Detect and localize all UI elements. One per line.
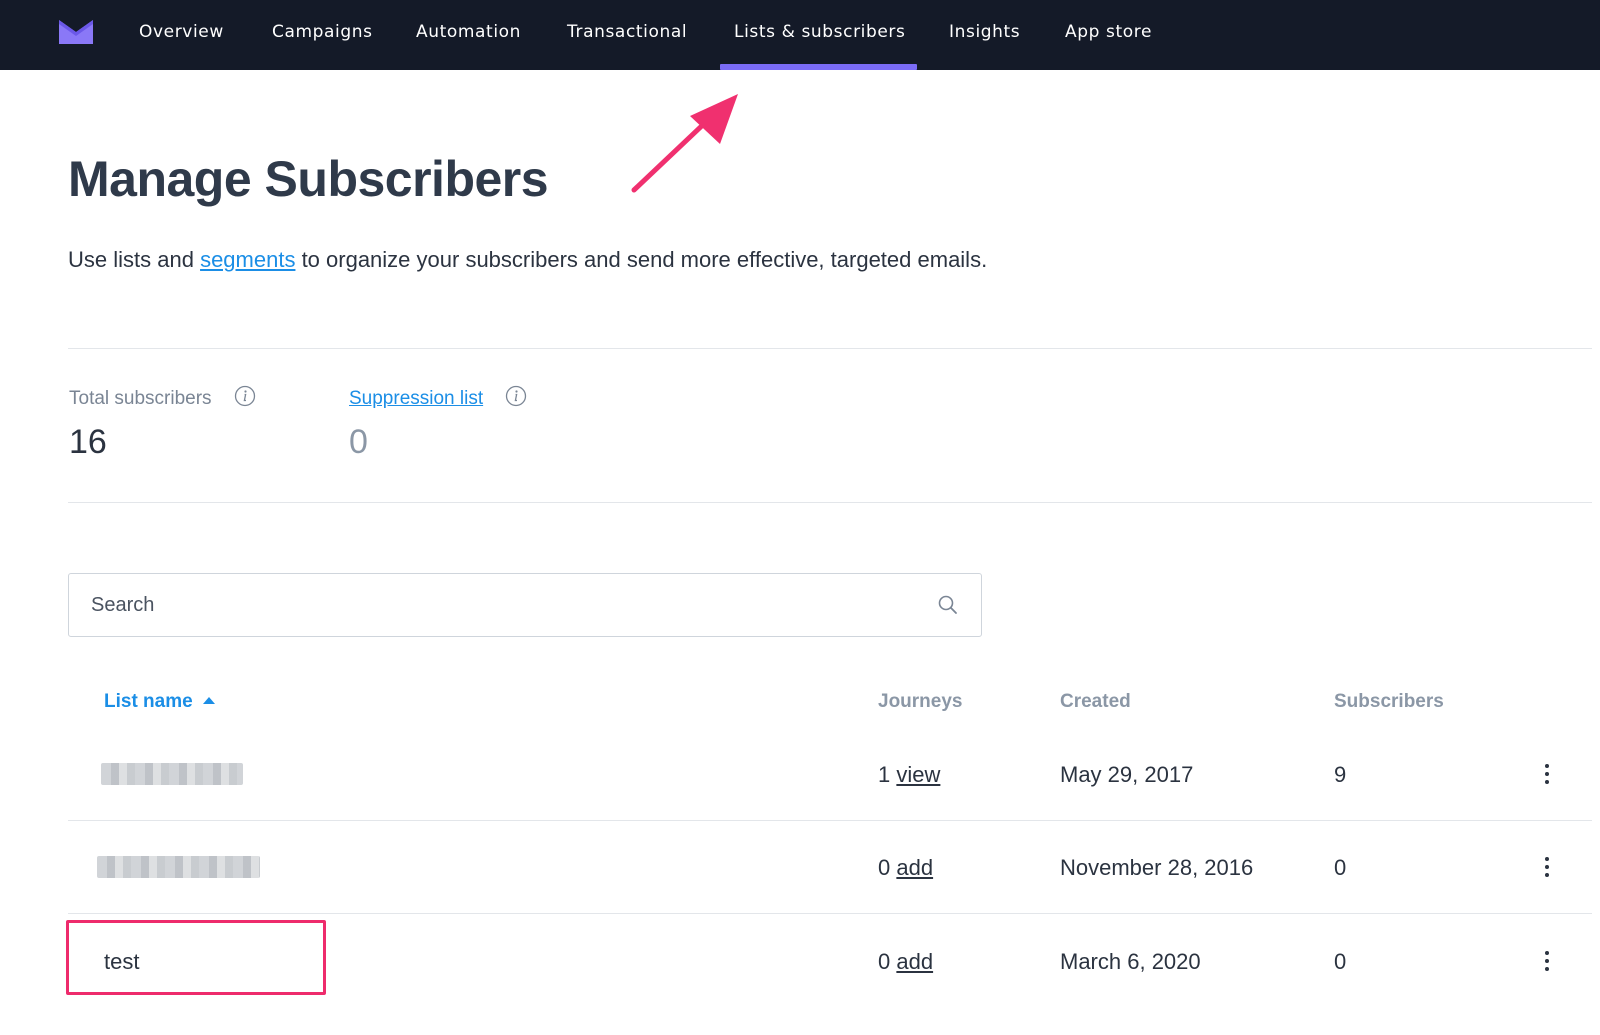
subscriber-count: 0 [1334,855,1347,880]
annotation-arrow-icon [631,94,738,193]
divider [68,348,1592,349]
journeys-view-link[interactable]: view [896,762,940,787]
search-icon[interactable] [937,594,959,616]
nav-item-lists-subscribers[interactable]: Lists & subscribers [734,0,905,70]
row-divider [68,913,1592,914]
table-row[interactable]: 1 view May 29, 2017 9 [0,729,1600,821]
active-tab-indicator [720,64,917,70]
row-divider [68,820,1592,821]
sort-ascending-icon [202,697,215,704]
journeys-cell: 0 add [878,855,933,881]
info-icon[interactable] [234,385,256,407]
intro-text-start: Use lists and [68,247,201,272]
page-title: Manage Subscribers [68,151,549,207]
journeys-cell: 0 add [878,949,933,975]
column-header-subscribers: Subscribers [1334,691,1444,712]
suppression-list-value: 0 [349,423,368,461]
created-date: May 29, 2017 [1060,762,1194,787]
row-actions-menu-icon[interactable] [1537,760,1557,788]
subscriber-count: 0 [1334,949,1347,974]
table-row[interactable]: 0 add November 28, 2016 0 [0,822,1600,914]
search-input[interactable] [91,588,911,622]
top-navigation-bar: Overview Campaigns Automation Transactio… [0,0,1600,70]
row-actions-menu-icon[interactable] [1537,853,1557,881]
journeys-add-link[interactable]: add [896,949,933,974]
blurred-list-name [101,763,243,785]
suppression-list-link[interactable]: Suppression list [349,388,483,410]
total-subscribers-value: 16 [69,423,107,461]
journeys-count: 0 [878,855,891,880]
column-header-journeys: Journeys [878,691,963,712]
nav-item-app-store[interactable]: App store [1065,0,1152,70]
nav-item-automation[interactable]: Automation [416,0,521,70]
total-subscribers-label: Total subscribers [69,388,212,409]
created-date: November 28, 2016 [1060,855,1254,880]
annotation-highlight-box [66,920,326,995]
journeys-cell: 1 view [878,762,940,788]
subscriber-count: 9 [1334,762,1347,787]
journeys-add-link[interactable]: add [896,855,933,880]
column-header-list-name-label: List name [104,691,193,712]
created-date: March 6, 2020 [1060,949,1201,974]
journeys-count: 1 [878,762,891,787]
mailchimp-envelope-logo-icon[interactable] [59,20,93,44]
intro-text-end: to organize your subscribers and send mo… [295,247,988,272]
page-intro: Use lists and segments to organize your … [68,247,987,273]
journeys-count: 0 [878,949,891,974]
blurred-list-name [97,856,260,878]
column-header-list-name[interactable]: List name [104,691,215,713]
info-icon[interactable] [505,385,527,407]
nav-item-campaigns[interactable]: Campaigns [272,0,373,70]
nav-item-overview[interactable]: Overview [139,0,224,70]
segments-link[interactable]: segments [200,247,295,272]
divider [68,502,1592,503]
search-box [68,573,982,637]
column-header-created: Created [1060,691,1131,712]
nav-item-insights[interactable]: Insights [949,0,1020,70]
row-actions-menu-icon[interactable] [1537,947,1557,975]
nav-item-transactional[interactable]: Transactional [567,0,687,70]
